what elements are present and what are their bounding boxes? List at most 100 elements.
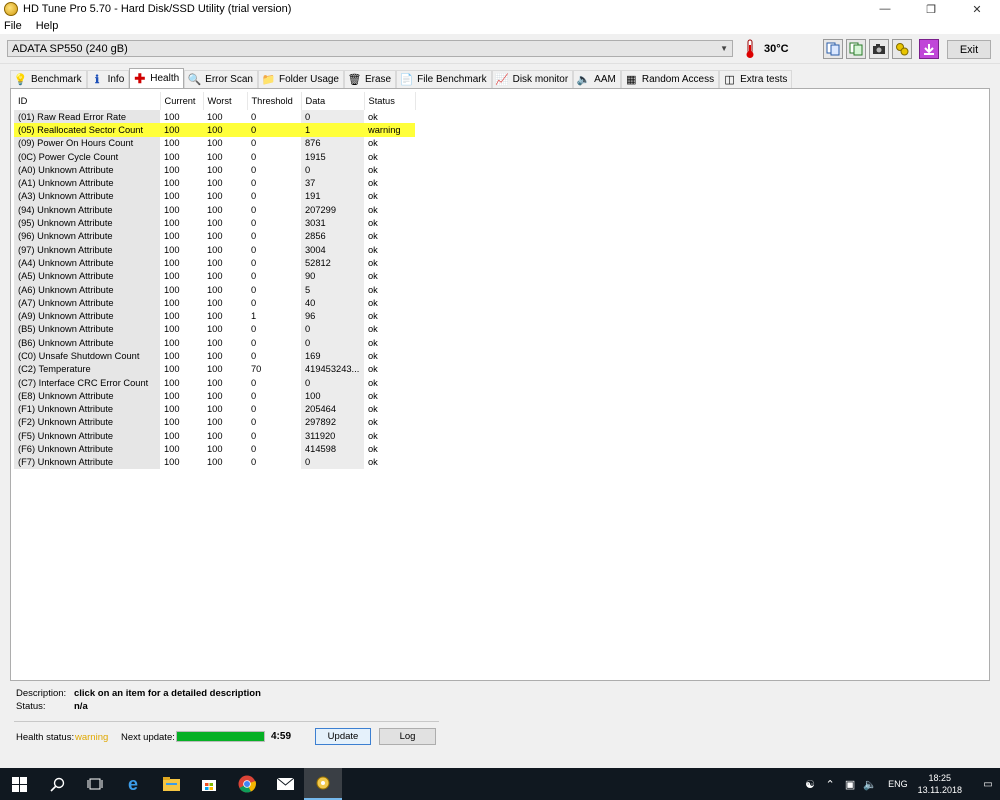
screenshot-icon[interactable]: [869, 39, 889, 59]
table-row[interactable]: (96) Unknown Attribute 100 100 0 2856 ok: [14, 229, 415, 243]
tab-info[interactable]: ℹ Info: [86, 70, 130, 88]
table-row[interactable]: (A9) Unknown Attribute 100 100 1 96 ok: [14, 309, 415, 323]
current-cell: 100: [160, 123, 203, 137]
table-row[interactable]: (97) Unknown Attribute 100 100 0 3004 ok: [14, 242, 415, 257]
header-worst[interactable]: Worst: [203, 92, 248, 110]
tab-folder-usage[interactable]: 📁 Folder Usage: [257, 70, 344, 88]
drive-select[interactable]: ADATA SP550 (240 gB) ▼: [7, 40, 733, 57]
tab-benchmark[interactable]: 💡 Benchmark: [10, 70, 87, 88]
worst-cell: 100: [207, 444, 223, 455]
volume-icon[interactable]: 🔈: [860, 778, 880, 791]
save-download-icon[interactable]: [919, 39, 939, 59]
table-row[interactable]: (F7) Unknown Attribute 100 100 0 0 ok: [14, 455, 415, 470]
task-view-icon[interactable]: [76, 768, 114, 800]
edge-icon[interactable]: e: [114, 768, 152, 800]
worst-cell: 100: [207, 417, 223, 428]
chevron-up-icon[interactable]: ⌃: [820, 778, 840, 791]
current-cell: 100: [164, 178, 180, 189]
options-icon[interactable]: [892, 39, 912, 59]
header-threshold[interactable]: Threshold: [247, 92, 302, 110]
tab-extra-tests[interactable]: ◫ Extra tests: [719, 70, 793, 88]
file-explorer-icon[interactable]: [152, 768, 190, 800]
clock[interactable]: 18:25 13.11.2018: [918, 772, 962, 796]
header-id[interactable]: ID: [14, 92, 161, 110]
hdtune-taskbar-icon[interactable]: [304, 768, 342, 800]
table-row[interactable]: (A0) Unknown Attribute 100 100 0 0 ok: [14, 163, 415, 177]
worst-cell: 100: [207, 284, 223, 295]
tab-erase[interactable]: 🗑 Erase: [344, 70, 397, 88]
status-cell: ok: [368, 311, 378, 322]
info-icon: ℹ: [94, 74, 100, 86]
divider: [14, 721, 439, 722]
update-button[interactable]: Update: [315, 728, 371, 745]
exit-button[interactable]: Exit: [947, 40, 991, 59]
copy-info-icon[interactable]: [823, 39, 843, 59]
menu-file[interactable]: File: [4, 20, 22, 32]
table-row[interactable]: (94) Unknown Attribute 100 100 0 207299 ok: [14, 203, 415, 217]
log-button[interactable]: Log: [379, 728, 436, 745]
worst-cell: 100: [207, 404, 223, 415]
table-row[interactable]: (09) Power On Hours Count 100 100 0 876 ok: [14, 136, 415, 150]
table-row[interactable]: (B5) Unknown Attribute 100 100 0 0 ok: [14, 322, 415, 337]
maximize-icon[interactable]: ❐: [908, 0, 954, 18]
close-icon[interactable]: ✕: [954, 0, 1000, 18]
system-tray: ☯ ⌃ ▣ 🔈 ENG 18:25 13.11.2018 ▭: [800, 768, 1000, 800]
table-row[interactable]: (A7) Unknown Attribute 100 100 0 40 ok: [14, 296, 415, 310]
table-row[interactable]: (05) Reallocated Sector Count 100 100 0 1 war…: [14, 123, 415, 137]
table-row[interactable]: (A4) Unknown Attribute 100 100 0 52812 ok: [14, 256, 415, 270]
notification-icon[interactable]: ▭: [976, 779, 1000, 790]
table-row[interactable]: (B6) Unknown Attribute 100 100 0 0 ok: [14, 336, 415, 350]
current-cell: 100: [164, 364, 180, 375]
threshold-cell: 0: [251, 284, 257, 295]
chevron-down-icon: ▼: [720, 44, 728, 53]
data-cell: 0: [301, 336, 364, 350]
table-row[interactable]: (A6) Unknown Attribute 100 100 0 5 ok: [14, 282, 415, 297]
tab-aam[interactable]: 🔈 AAM: [573, 70, 621, 88]
worst-cell: 100: [207, 164, 223, 175]
table-row[interactable]: (C7) Interface CRC Error Count 100 100 0 0 ok: [14, 375, 415, 390]
store-icon[interactable]: [190, 768, 228, 800]
table-row[interactable]: (C2) Temperature 100 100 70 419453243... ok: [14, 362, 415, 376]
table-row[interactable]: (A3) Unknown Attribute 100 100 0 191 ok: [14, 189, 415, 204]
drive-select-value: ADATA SP550 (240 gB): [12, 42, 128, 55]
current-cell: 100: [164, 444, 180, 455]
table-row[interactable]: (F2) Unknown Attribute 100 100 0 297892 ok: [14, 415, 415, 430]
header-data[interactable]: Data: [301, 92, 365, 110]
tab-file-benchmark[interactable]: 📄 File Benchmark: [396, 70, 492, 88]
start-icon[interactable]: [0, 768, 38, 800]
table-row[interactable]: (A5) Unknown Attribute 100 100 0 90 ok: [14, 269, 415, 283]
table-row[interactable]: (95) Unknown Attribute 100 100 0 3031 ok: [14, 216, 415, 230]
threshold-cell: 0: [251, 164, 257, 175]
table-row[interactable]: (E8) Unknown Attribute 100 100 0 100 ok: [14, 389, 415, 403]
status-cell: ok: [368, 204, 378, 215]
chrome-icon[interactable]: [228, 768, 266, 800]
table-row[interactable]: (A1) Unknown Attribute 100 100 0 37 ok: [14, 176, 415, 190]
magnifier-icon: 🔍: [187, 74, 202, 86]
language-indicator[interactable]: ENG: [888, 779, 908, 789]
header-status[interactable]: Status: [364, 92, 416, 110]
table-row[interactable]: (F6) Unknown Attribute 100 100 0 414598 ok: [14, 442, 415, 456]
current-cell: 100: [164, 377, 180, 388]
menu-help[interactable]: Help: [36, 20, 59, 32]
current-cell: 100: [164, 164, 180, 175]
table-row[interactable]: (C0) Unsafe Shutdown Count 100 100 0 169 ok: [14, 349, 415, 363]
tab-disk-monitor[interactable]: 📈 Disk monitor: [491, 70, 574, 88]
attr-id-cell: (F2) Unknown Attribute: [14, 415, 160, 430]
minimize-icon[interactable]: —: [862, 0, 908, 18]
copy-all-icon[interactable]: [846, 39, 866, 59]
table-row[interactable]: (F5) Unknown Attribute 100 100 0 311920 ok: [14, 429, 415, 443]
table-row[interactable]: (F1) Unknown Attribute 100 100 0 205464 ok: [14, 402, 415, 416]
mail-icon[interactable]: [266, 768, 304, 800]
table-row[interactable]: (0C) Power Cycle Count 100 100 0 1915 ok: [14, 149, 415, 164]
data-cell: 2856: [301, 229, 364, 243]
search-icon[interactable]: [38, 768, 76, 800]
tab-random-access[interactable]: ▦ Random Access: [620, 70, 720, 88]
threshold-cell: 0: [251, 390, 257, 401]
header-current[interactable]: Current: [160, 92, 204, 110]
table-row[interactable]: (01) Raw Read Error Rate 100 100 0 0 ok: [14, 110, 415, 124]
network-icon[interactable]: ▣: [840, 778, 860, 791]
people-icon[interactable]: ☯: [800, 778, 820, 791]
tab-error-scan[interactable]: 🔍 Error Scan: [184, 70, 258, 88]
tab-health[interactable]: ✚ Health: [129, 68, 185, 88]
description-value: click on an item for a detailed descript…: [74, 688, 261, 699]
